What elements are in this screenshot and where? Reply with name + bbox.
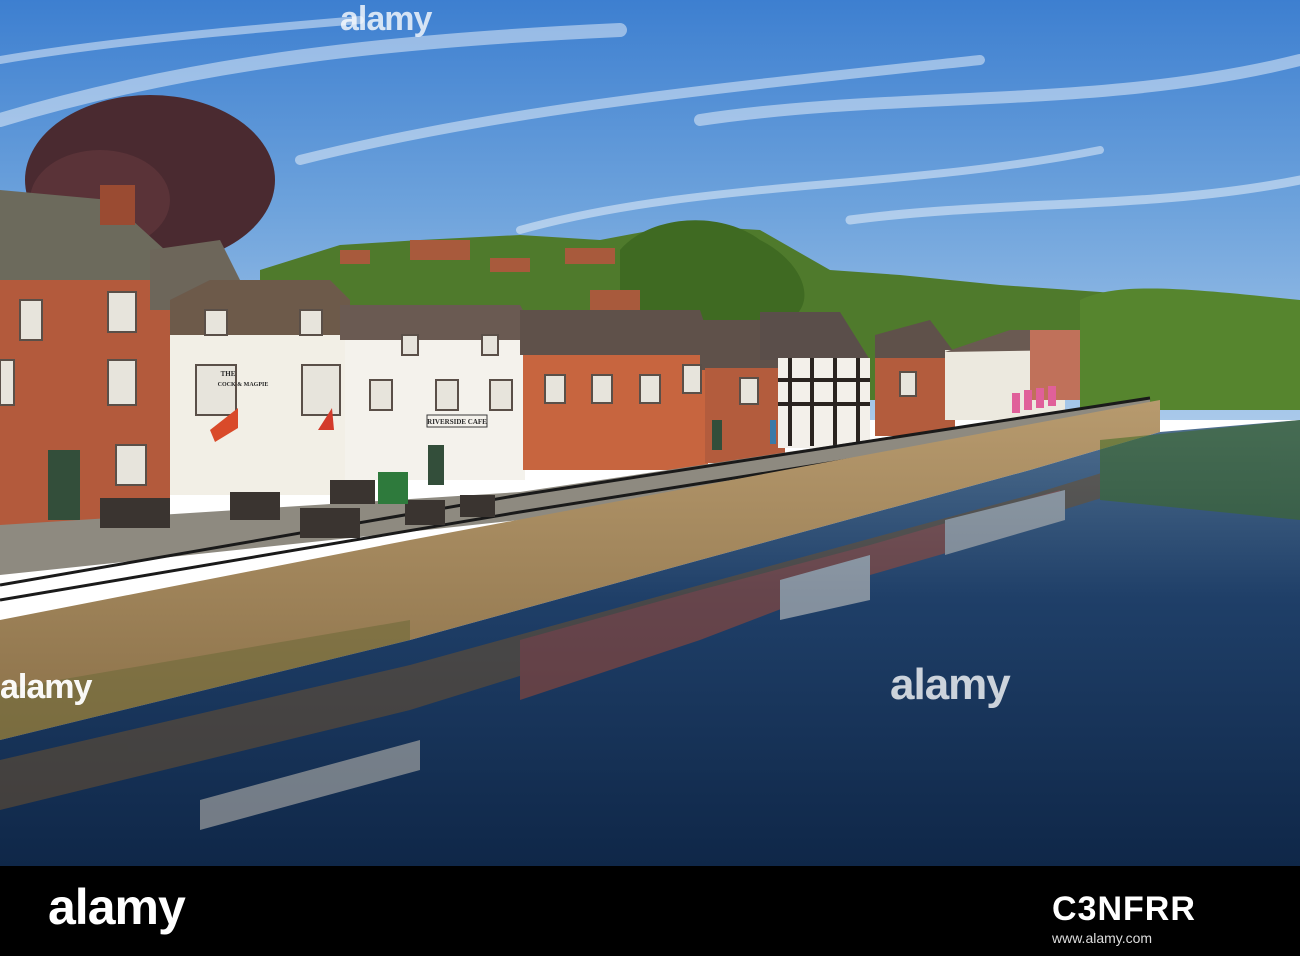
cafe-sign: RIVERSIDE CAFE <box>427 418 487 426</box>
watermark: alamy <box>890 660 1011 709</box>
pub-sign-line2: COCK & MAGPIE <box>218 382 269 388</box>
image-id: C3NFRR <box>1052 890 1196 928</box>
photo-scene: THE COCK & MAGPIE RIVERSIDE CAFE <box>0 0 1300 866</box>
footer-bar: alamy C3NFRR www.alamy.com <box>0 866 1300 956</box>
green-bin <box>378 472 408 504</box>
pub-sign-line1: THE <box>221 370 236 378</box>
watermark: alamy <box>0 668 92 706</box>
riverside-photo: THE COCK & MAGPIE RIVERSIDE CAFE alamy a… <box>0 0 1300 866</box>
stock-photo-frame: THE COCK & MAGPIE RIVERSIDE CAFE alamy a… <box>0 0 1300 956</box>
site-url[interactable]: www.alamy.com <box>1052 930 1152 946</box>
alamy-logo: alamy <box>48 879 186 935</box>
watermark: alamy <box>340 0 432 38</box>
